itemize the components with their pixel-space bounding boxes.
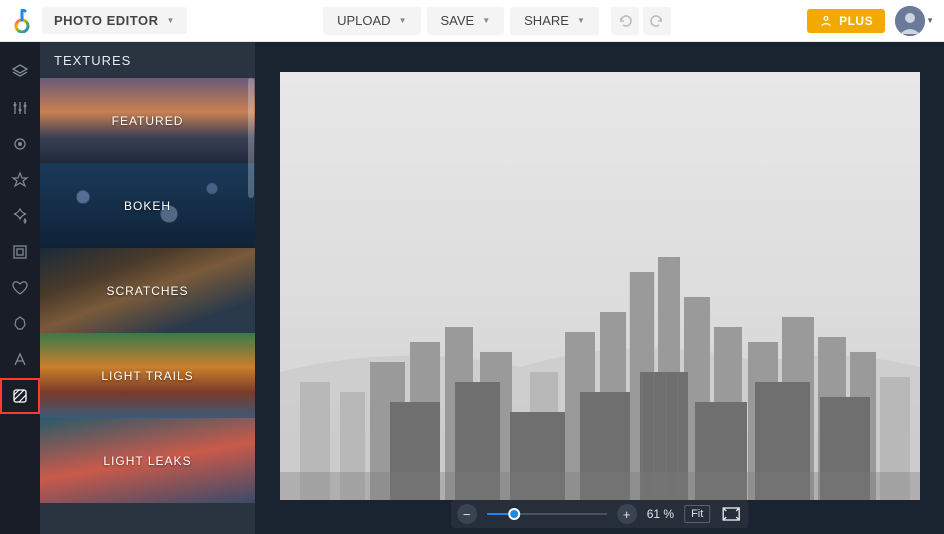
chevron-down-icon: ▼ (399, 16, 407, 25)
share-button[interactable]: SHARE ▼ (510, 7, 599, 35)
chevron-down-icon: ▼ (926, 16, 934, 25)
tool-rail (0, 42, 40, 534)
effects-tool[interactable] (0, 198, 40, 234)
frames-tool[interactable] (0, 234, 40, 270)
texture-category-bokeh[interactable]: BOKEH (40, 163, 255, 248)
favorites-tool[interactable] (0, 162, 40, 198)
texture-label: BOKEH (124, 199, 171, 213)
zoom-in-button[interactable]: + (617, 504, 637, 524)
textures-tool[interactable] (0, 378, 40, 414)
chevron-down-icon: ▼ (166, 16, 174, 25)
texture-category-scratches[interactable]: SCRATCHES (40, 248, 255, 333)
layers-tool[interactable] (0, 54, 40, 90)
zoom-percent: 61 % (647, 507, 674, 521)
texture-category-featured[interactable]: FEATURED (40, 78, 255, 163)
app-logo[interactable] (10, 9, 34, 33)
save-button[interactable]: SAVE ▼ (427, 7, 505, 35)
texture-label: LIGHT TRAILS (101, 369, 193, 383)
texture-label: FEATURED (112, 114, 184, 128)
plus-upgrade-button[interactable]: PLUS (807, 9, 885, 33)
redo-button[interactable] (643, 7, 671, 35)
zoom-out-button[interactable]: − (457, 504, 477, 524)
stickers-tool[interactable] (0, 270, 40, 306)
shapes-tool[interactable] (0, 306, 40, 342)
canvas-image[interactable] (280, 72, 920, 500)
texture-category-light-leaks[interactable]: LIGHT LEAKS (40, 418, 255, 503)
chevron-down-icon: ▼ (482, 16, 490, 25)
crown-icon (819, 14, 833, 28)
panel-scrollbar[interactable] (248, 78, 254, 534)
mode-label: PHOTO EDITOR (54, 13, 158, 28)
user-avatar[interactable] (895, 6, 925, 36)
mode-dropdown[interactable]: PHOTO EDITOR ▼ (42, 7, 187, 34)
texture-label: SCRATCHES (106, 284, 188, 298)
zoom-slider[interactable] (487, 504, 607, 524)
undo-button[interactable] (611, 7, 639, 35)
panel-title: TEXTURES (40, 42, 255, 78)
texture-category-light-trails[interactable]: LIGHT TRAILS (40, 333, 255, 418)
text-tool[interactable] (0, 342, 40, 378)
upload-button[interactable]: UPLOAD ▼ (323, 7, 420, 35)
fullscreen-button[interactable] (720, 505, 742, 523)
zoom-toolbar: − + 61 % Fit (451, 500, 749, 528)
chevron-down-icon: ▼ (577, 16, 585, 25)
exposure-tool[interactable] (0, 126, 40, 162)
zoom-fit-button[interactable]: Fit (684, 505, 710, 523)
texture-label: LIGHT LEAKS (103, 454, 191, 468)
zoom-slider-handle[interactable] (508, 508, 520, 520)
adjust-tool[interactable] (0, 90, 40, 126)
canvas-area: − + 61 % Fit (255, 42, 944, 534)
textures-panel: TEXTURES FEATURED BOKEH SCRATCHES LIGHT … (40, 42, 255, 534)
